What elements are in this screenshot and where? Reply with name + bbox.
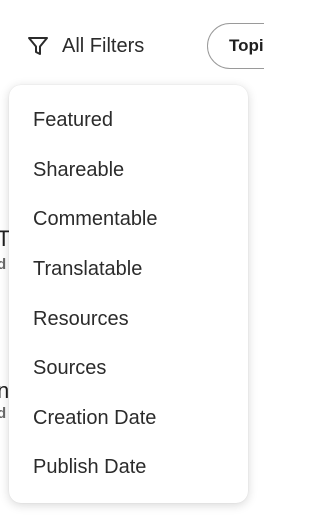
background-card-subtitle-fragment: d	[0, 256, 7, 273]
background-card-subtitle-fragment: d	[0, 405, 7, 422]
background-card-title-fragment: n	[0, 378, 10, 403]
filter-funnel-icon	[26, 34, 50, 58]
topic-filter-label: Topi	[229, 36, 264, 55]
menu-item-commentable[interactable]: Commentable	[9, 195, 248, 245]
menu-item-publish-date[interactable]: Publish Date	[9, 443, 248, 493]
menu-item-sources[interactable]: Sources	[9, 344, 248, 394]
all-filters-button[interactable]: All Filters	[26, 26, 144, 66]
all-filters-label: All Filters	[62, 34, 145, 57]
menu-item-creation-date[interactable]: Creation Date	[9, 394, 248, 444]
menu-item-resources[interactable]: Resources	[9, 294, 248, 344]
menu-item-shareable[interactable]: Shareable	[9, 146, 248, 196]
page: T d n d All Filters Topi Featured Sharea…	[0, 0, 264, 516]
topic-filter-pill[interactable]: Topi	[207, 23, 264, 69]
menu-item-translatable[interactable]: Translatable	[9, 245, 248, 295]
filters-dropdown-menu: Featured Shareable Commentable Translata…	[9, 85, 248, 503]
menu-item-featured[interactable]: Featured	[9, 96, 248, 146]
